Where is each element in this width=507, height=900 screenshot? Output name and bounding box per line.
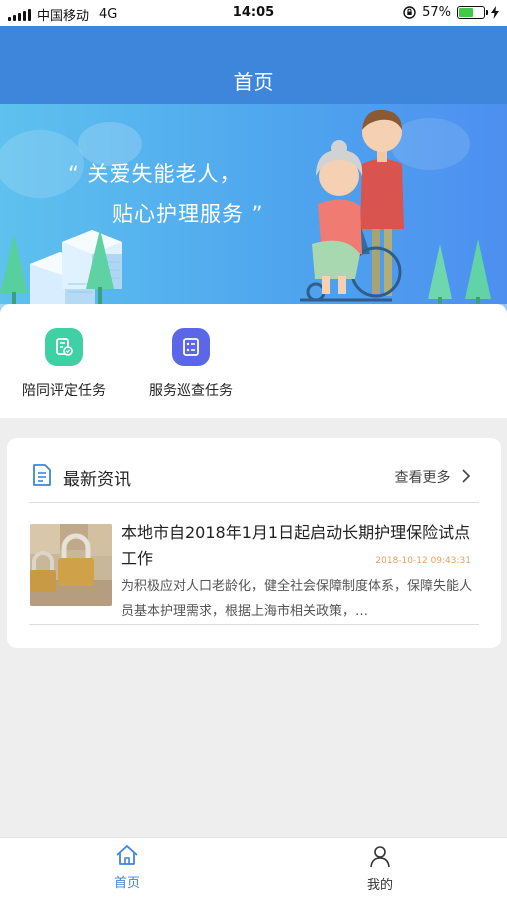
document-check-icon (45, 328, 83, 366)
bottom-tab-bar: 首页 我的 (0, 837, 507, 900)
tab-mine[interactable]: 我的 (340, 844, 420, 893)
task-panel: 陪同评定任务 服务巡查任务 (0, 304, 507, 418)
user-icon (370, 846, 390, 868)
task-service-inspection[interactable]: 服务巡查任务 (131, 328, 251, 400)
charging-icon (491, 6, 499, 19)
tab-mine-label: 我的 (366, 878, 393, 893)
task-label: 服务巡查任务 (149, 383, 233, 399)
battery-icon (457, 6, 488, 19)
news-summary: 为积极应对人口老龄化，健全社会保障制度体系，保障失能人员基本护理需求，根据上海市… (121, 579, 473, 619)
news-thumbnail (30, 524, 112, 606)
app-header: 首页 (0, 26, 507, 104)
news-item-divider (29, 624, 479, 625)
tab-home-label: 首页 (113, 876, 140, 891)
news-header-divider (29, 502, 479, 503)
chevron-right-icon (462, 469, 471, 483)
view-more-link[interactable]: 查看更多 (395, 467, 471, 487)
status-bar: 中国移动 4G 14:05 57% (0, 0, 507, 26)
banner-slogan-line2: 贴心护理服务 ” (112, 202, 264, 226)
news-section-title: 最新资讯 (63, 470, 131, 490)
tab-home[interactable]: 首页 (87, 844, 167, 891)
view-more-label: 查看更多 (394, 470, 451, 486)
orientation-lock-icon (403, 6, 416, 19)
hero-banner[interactable]: “ 关爱失能老人， 贴心护理服务 ” (0, 104, 507, 314)
checklist-icon (172, 328, 210, 366)
news-card: 最新资讯 查看更多 本地市自2018年1月1日起启动长期护理保险试点工作 201… (7, 438, 501, 648)
home-icon (116, 845, 138, 865)
task-label: 陪同评定任务 (22, 383, 106, 399)
banner-slogan-line1: “ 关爱失能老人， (68, 162, 242, 186)
status-right: 57% (403, 5, 499, 20)
battery-percent: 57% (422, 5, 451, 20)
news-doc-icon (33, 464, 51, 486)
page-title: 首页 (233, 70, 274, 94)
task-accompany-assessment[interactable]: 陪同评定任务 (4, 328, 124, 400)
battery-fill (459, 8, 473, 17)
news-header: 最新资讯 查看更多 (7, 438, 501, 502)
news-timestamp: 2018-10-12 09:43:31 (375, 556, 471, 566)
